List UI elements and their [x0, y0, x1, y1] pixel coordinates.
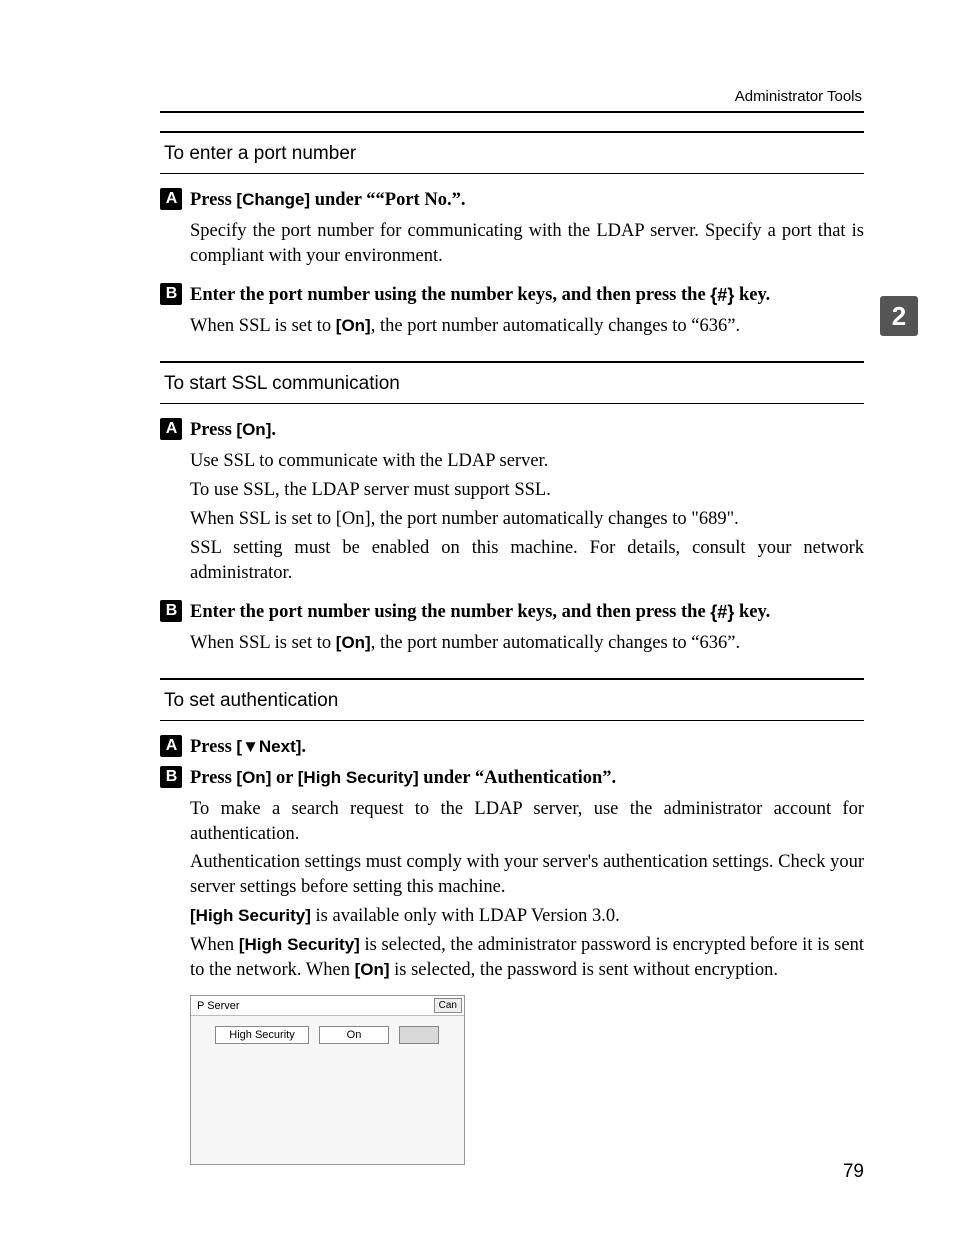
- step: A Press [On]. Use SSL to communicate wit…: [160, 418, 864, 586]
- device-screenshot: P Server Can High Security On: [190, 995, 465, 1165]
- step-instruction: Enter the port number using the number k…: [190, 600, 770, 625]
- page-number: 79: [843, 1161, 864, 1183]
- step-body: To make a search request to the LDAP ser…: [190, 797, 864, 847]
- section-rule-bottom: [160, 173, 864, 174]
- step-number-icon: B: [160, 600, 182, 622]
- step-instruction: Press [On].: [190, 418, 276, 443]
- step: A Press [▼Next].: [160, 735, 864, 760]
- screenshot-high-security-button[interactable]: High Security: [215, 1026, 309, 1044]
- screenshot-on-button[interactable]: On: [319, 1026, 389, 1044]
- hash-key-icon: {#}: [710, 600, 734, 624]
- step-instruction: Press [On] or [High Security] under “Aut…: [190, 766, 616, 791]
- step: A Press [Change] under ““Port No.”. Spec…: [160, 188, 864, 269]
- section-title: To enter a port number: [164, 143, 864, 165]
- header-label: Administrator Tools: [160, 88, 864, 105]
- step-body: Authentication settings must comply with…: [190, 850, 864, 900]
- step-number-icon: A: [160, 735, 182, 757]
- section-title: To start SSL communication: [164, 373, 864, 395]
- step-body: Use SSL to communicate with the LDAP ser…: [190, 449, 864, 474]
- screenshot-title: P Server: [197, 1000, 240, 1012]
- section-rule-top: [160, 361, 864, 363]
- step-body: [High Security] is available only with L…: [190, 904, 864, 929]
- step-body: When SSL is set to [On], the port number…: [190, 507, 864, 532]
- step-instruction: Press [▼Next].: [190, 735, 306, 760]
- step-number-icon: B: [160, 766, 182, 788]
- step-body: SSL setting must be enabled on this mach…: [190, 536, 864, 586]
- step: B Enter the port number using the number…: [160, 600, 864, 656]
- step: B Press [On] or [High Security] under “A…: [160, 766, 864, 1166]
- screenshot-titlebar: P Server Can: [191, 996, 464, 1016]
- step-body: When [High Security] is selected, the ad…: [190, 933, 864, 983]
- step-body: When SSL is set to [On], the port number…: [190, 314, 864, 339]
- step-body: To use SSL, the LDAP server must support…: [190, 478, 864, 503]
- screenshot-cancel-button[interactable]: Can: [434, 998, 462, 1013]
- section-rule-bottom: [160, 403, 864, 404]
- section-title: To set authentication: [164, 690, 864, 712]
- section-rule-top: [160, 131, 864, 133]
- section-rule-top: [160, 678, 864, 680]
- step-instruction: Press [Change] under ““Port No.”.: [190, 188, 465, 213]
- step: B Enter the port number using the number…: [160, 283, 864, 339]
- section-rule-bottom: [160, 720, 864, 721]
- step-number-icon: A: [160, 188, 182, 210]
- step-body: Specify the port number for communicatin…: [190, 219, 864, 269]
- step-number-icon: B: [160, 283, 182, 305]
- step-body: When SSL is set to [On], the port number…: [190, 631, 864, 656]
- step-instruction: Enter the port number using the number k…: [190, 283, 770, 308]
- hash-key-icon: {#}: [710, 283, 734, 307]
- step-number-icon: A: [160, 418, 182, 440]
- chapter-tab: 2: [880, 296, 918, 336]
- screenshot-selected-button[interactable]: [399, 1026, 439, 1044]
